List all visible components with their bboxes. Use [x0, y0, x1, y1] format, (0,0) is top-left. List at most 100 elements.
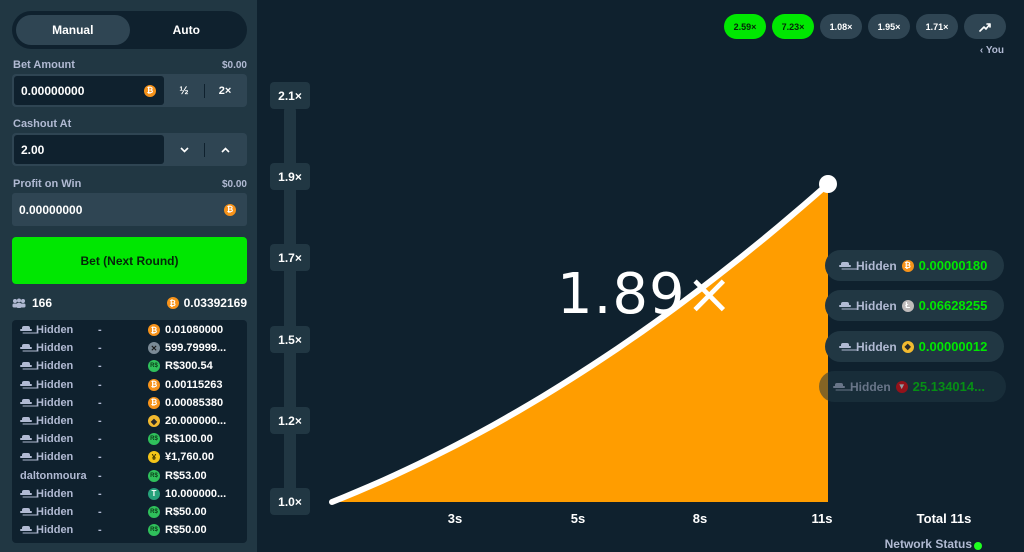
bet-row[interactable]: daltonmoura - R$ R$53.00: [12, 467, 247, 485]
bet-username: Hidden: [36, 433, 74, 446]
cashout-user: Hidden: [850, 379, 891, 394]
bitcoin-icon: ₿: [224, 203, 236, 216]
bet-row[interactable]: Hidden - R$ R$100.00: [12, 430, 247, 448]
bet-username: Hidden: [36, 396, 74, 409]
tab-auto[interactable]: Auto: [130, 15, 244, 45]
bet-amount: R$ R$300.54: [148, 360, 213, 373]
players-icon: [12, 298, 26, 308]
mode-toggle: Manual Auto: [12, 11, 247, 49]
bet-username: Hidden: [36, 451, 74, 464]
bitcoin-icon: ₿: [901, 259, 914, 272]
cashout-card: Hidden ₿ 0.00000180: [825, 250, 1004, 281]
bet-payout: -: [98, 396, 102, 409]
game-area: 2.1× 1.9× 1.7× 1.5× 1.2× 1.0× 3s 5s 8s 1…: [257, 0, 1024, 552]
bet-amount-input[interactable]: 0.00000000 ₿: [14, 76, 164, 105]
chevron-up-icon: [220, 146, 230, 153]
bet-payout: -: [98, 360, 102, 373]
cashout-value: 2.00: [21, 142, 45, 157]
bet-row[interactable]: Hidden - ¥ ¥1,760.00: [12, 448, 247, 466]
bet-user: Hidden: [20, 379, 98, 391]
hidden-user-icon: [20, 453, 32, 461]
profit-label: Profit on Win: [13, 178, 82, 190]
bet-amount-value: R$300.54: [165, 360, 213, 373]
bet-username: Hidden: [36, 415, 74, 428]
bet-username: daltonmoura: [20, 469, 87, 482]
cashout-user: Hidden: [856, 339, 897, 354]
hidden-user-icon: [20, 362, 32, 370]
history-pill[interactable]: 1.08×: [820, 14, 862, 39]
bet-button[interactable]: Bet (Next Round): [12, 237, 247, 284]
bet-username: Hidden: [36, 505, 74, 518]
brl-icon: R$: [148, 524, 160, 537]
hidden-user-icon: [20, 344, 32, 352]
x-tick: 3s: [447, 511, 463, 526]
bet-user: Hidden: [20, 415, 98, 427]
cashout-card: Hidden ◆ 0.00000012: [825, 331, 1004, 362]
bet-username: Hidden: [36, 324, 74, 337]
players-summary: 166 ₿ 0.03392169: [12, 295, 247, 311]
usdt-icon: T: [148, 487, 160, 500]
bet-row[interactable]: Hidden - R$ R$50.00: [12, 521, 247, 539]
x-total-label: Total 11s: [916, 511, 972, 526]
double-bet-button[interactable]: 2×: [205, 76, 245, 105]
history-pill[interactable]: 2.59×: [724, 14, 766, 39]
history-pill[interactable]: 1.71×: [916, 14, 958, 39]
bet-payout: -: [98, 524, 102, 537]
network-status-dot: [974, 542, 982, 550]
bet-amount-value: R$100.00: [165, 433, 213, 446]
bet-row[interactable]: Hidden - ◆ 20.000000...: [12, 412, 247, 430]
bet-amount-value: 0.01080000: [165, 324, 224, 337]
bet-amount: ₿ 0.01080000: [148, 324, 224, 337]
hidden-user-icon: [20, 380, 32, 389]
decrease-cashout-button[interactable]: [164, 135, 204, 164]
y-tick: 1.0×: [270, 488, 310, 515]
bet-amount: R$ R$53.00: [148, 469, 207, 482]
cashout-amount: 0.06628255: [918, 298, 988, 313]
bets-list[interactable]: Hidden - ₿ 0.01080000 Hidden - ✕ 599.79999... Hi…: [12, 320, 247, 543]
bet-amount: ✕ 599.79999...: [148, 342, 226, 355]
cashout-amount: 0.00000180: [918, 258, 988, 273]
tab-manual[interactable]: Manual: [16, 15, 130, 45]
cashout-input[interactable]: 2.00: [14, 135, 164, 164]
history-pill[interactable]: 1.95×: [868, 14, 910, 39]
bet-user: Hidden: [20, 451, 98, 463]
hidden-user-icon: [839, 261, 851, 270]
history-pill[interactable]: 7.23×: [772, 14, 814, 39]
bet-amount-value: R$50.00: [165, 524, 207, 537]
trend-button[interactable]: [964, 14, 1006, 39]
y-tick: 2.1×: [270, 82, 310, 109]
bet-username: Hidden: [36, 342, 74, 355]
bet-row[interactable]: Hidden - ₿ 0.01080000: [12, 321, 247, 339]
bet-row[interactable]: Hidden - T 10.000000...: [12, 485, 247, 503]
you-label[interactable]: ‹ You: [980, 45, 1004, 56]
bet-payout: -: [98, 487, 102, 500]
cashout-amount: 0.00000012: [918, 339, 988, 354]
bet-username: Hidden: [36, 487, 74, 500]
curve-fill-area: [332, 184, 828, 502]
profit-usd: $0.00: [221, 179, 247, 190]
btc-icon: ₿: [148, 396, 160, 409]
bet-row[interactable]: Hidden - R$ R$50.00: [12, 503, 247, 521]
bet-payout: -: [98, 505, 102, 518]
bet-row[interactable]: Hidden - ₿ 0.00115263: [12, 376, 247, 394]
bet-payout: -: [98, 469, 102, 482]
hidden-user-icon: [20, 489, 32, 498]
x-tick: 5s: [570, 511, 586, 526]
bet-amount-value: 10.000000...: [165, 487, 227, 500]
hidden-user-icon: [20, 526, 32, 534]
tron-icon: ▼: [895, 380, 908, 393]
bet-user: Hidden: [20, 524, 98, 536]
bet-amount: R$ R$100.00: [148, 433, 213, 446]
bet-row[interactable]: Hidden - R$ R$300.54: [12, 357, 247, 375]
hidden-user-icon: [839, 301, 851, 310]
bet-amount-usd: $0.00: [221, 60, 247, 71]
bet-row[interactable]: Hidden - ₿ 0.00085380: [12, 394, 247, 412]
half-bet-button[interactable]: ½: [164, 76, 204, 105]
bet-row[interactable]: Hidden - ✕ 599.79999...: [12, 339, 247, 357]
increase-cashout-button[interactable]: [205, 135, 245, 164]
bet-amount: ₿ 0.00085380: [148, 396, 224, 409]
bet-amount-value: 0.00085380: [165, 396, 224, 409]
network-status-label: Network Status: [884, 537, 972, 551]
bet-amount-value: 0.00115263: [165, 378, 223, 391]
x-tick: 11s: [811, 511, 833, 526]
